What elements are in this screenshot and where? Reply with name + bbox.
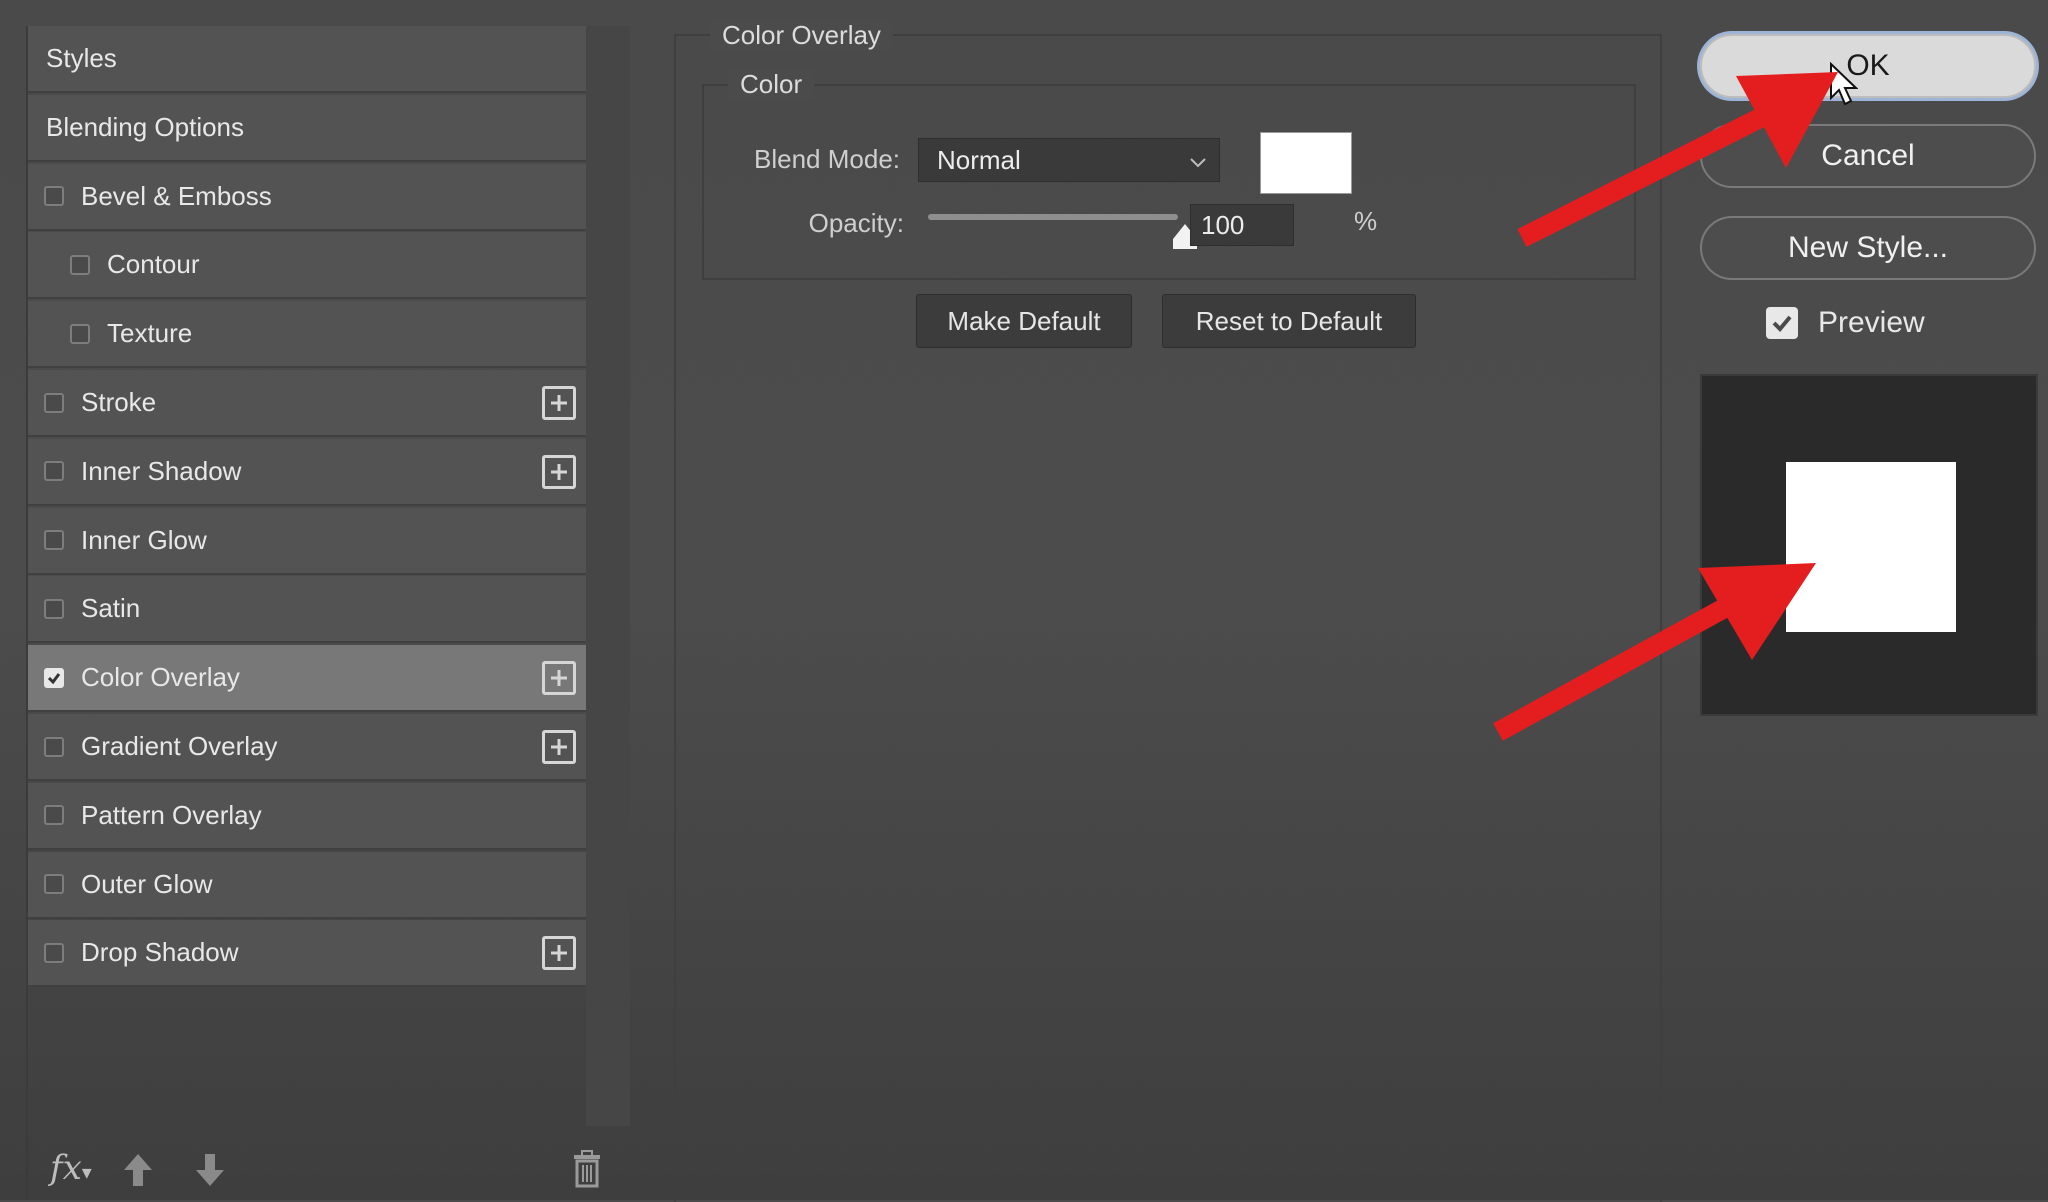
blend-mode-label: Blend Mode: (754, 144, 900, 174)
style-item-gradient-overlay[interactable]: Gradient Overlay (28, 714, 586, 781)
style-item-stroke[interactable]: Stroke (28, 370, 586, 437)
add-effect-icon[interactable] (542, 386, 576, 420)
move-down-icon[interactable] (194, 1152, 226, 1193)
style-item-label: Drop Shadow (81, 937, 239, 968)
preview-toggle[interactable]: Preview (1766, 306, 1925, 340)
style-item-inner-shadow[interactable]: Inner Shadow (28, 438, 586, 506)
color-group: Color Blend Mode: Normal Opacity: 100 % (702, 69, 1636, 280)
style-item-contour[interactable]: Contour (28, 232, 586, 300)
cancel-label: Cancel (1821, 139, 1915, 172)
new-style-button[interactable]: New Style... (1700, 216, 2036, 280)
style-item-label: Stroke (81, 387, 157, 417)
style-checkbox[interactable] (44, 598, 64, 619)
checkmark-icon (1772, 315, 1792, 332)
style-item-satin[interactable]: Satin (28, 576, 586, 644)
cancel-button[interactable]: Cancel (1700, 124, 2036, 188)
preview-label: Preview (1818, 306, 1925, 339)
style-item-label: Bevel & Emboss (81, 180, 272, 211)
opacity-label: Opacity: (808, 208, 904, 238)
preview-thumbnail (1700, 374, 2038, 716)
style-checkbox[interactable] (44, 942, 64, 963)
styles-list: Styles Blending Options Bevel & Emboss Cont… (28, 26, 586, 996)
reset-to-default-label: Reset to Default (1195, 305, 1383, 336)
opacity-slider-track[interactable] (928, 214, 1178, 220)
preview-checkbox[interactable] (1766, 307, 1798, 339)
style-item-color-overlay[interactable]: Color Overlay (28, 645, 586, 713)
style-item-label: Color Overlay (81, 662, 240, 693)
style-checkbox[interactable] (44, 461, 64, 482)
chevron-down-icon (1187, 149, 1209, 180)
group-title: Color (728, 69, 815, 100)
styles-list-scrollbar[interactable] (586, 26, 630, 1126)
style-checkbox[interactable] (44, 186, 64, 207)
style-checkbox[interactable] (70, 254, 90, 275)
blend-mode-value: Normal (937, 144, 1021, 175)
style-item-texture[interactable]: Texture (28, 301, 586, 369)
style-item-outer-glow[interactable]: Outer Glow (28, 851, 586, 919)
style-item-inner-glow[interactable]: Inner Glow (28, 507, 586, 575)
section-title: Color Overlay (710, 20, 893, 51)
style-item-styles[interactable]: Styles (28, 26, 586, 93)
reset-to-default-button[interactable]: Reset to Default (1162, 294, 1416, 348)
style-item-label: Outer Glow (81, 868, 213, 899)
style-item-pattern-overlay[interactable]: Pattern Overlay (28, 782, 586, 850)
style-checkbox[interactable] (44, 805, 64, 826)
opacity-unit: % (1354, 206, 1378, 236)
color-overlay-panel: Color Overlay Color Blend Mode: Normal O… (674, 20, 1662, 1202)
add-effect-icon[interactable] (542, 936, 576, 971)
add-effect-icon[interactable] (542, 730, 576, 764)
preview-square (1786, 462, 1956, 632)
trash-icon[interactable] (572, 1150, 602, 1193)
move-up-icon[interactable] (122, 1152, 154, 1193)
mouse-cursor-icon (1830, 62, 1858, 106)
style-item-drop-shadow[interactable]: Drop Shadow (28, 920, 586, 988)
style-item-label: Pattern Overlay (81, 799, 262, 830)
opacity-input[interactable]: 100 (1190, 204, 1294, 246)
blend-mode-select[interactable]: Normal (918, 138, 1220, 182)
styles-panel: Styles Blending Options Bevel & Emboss Cont… (26, 26, 632, 1200)
add-effect-icon[interactable] (542, 661, 576, 696)
ok-button[interactable]: OK (1700, 34, 2036, 98)
style-item-label: Satin (81, 593, 141, 624)
style-checkbox[interactable] (44, 530, 64, 551)
fx-icon[interactable]: fx▾ (50, 1148, 92, 1188)
add-effect-icon[interactable] (542, 454, 576, 489)
style-item-label: Contour (107, 249, 200, 280)
style-item-label: Gradient Overlay (81, 731, 278, 761)
style-item-label: Styles (46, 43, 117, 73)
style-item-blending-options[interactable]: Blending Options (28, 94, 586, 162)
fx-label: fx (50, 1148, 82, 1188)
styles-toolbar: fx▾ (28, 1146, 632, 1196)
new-style-label: New Style... (1787, 231, 1949, 264)
style-checkbox[interactable] (44, 874, 64, 895)
make-default-button[interactable]: Make Default (916, 294, 1132, 348)
make-default-label: Make Default (947, 305, 1101, 336)
opacity-value: 100 (1201, 209, 1245, 240)
style-checkbox[interactable] (44, 667, 64, 688)
style-checkbox[interactable] (44, 392, 64, 413)
style-checkbox[interactable] (70, 323, 90, 344)
overlay-color-swatch[interactable] (1260, 132, 1352, 194)
style-item-label: Inner Shadow (81, 455, 242, 486)
style-item-label: Inner Glow (81, 524, 207, 555)
style-checkbox[interactable] (44, 736, 64, 757)
style-item-bevel-and-emboss[interactable]: Bevel & Emboss (28, 163, 586, 231)
style-item-label: Blending Options (46, 111, 245, 142)
style-item-label: Texture (107, 318, 193, 349)
